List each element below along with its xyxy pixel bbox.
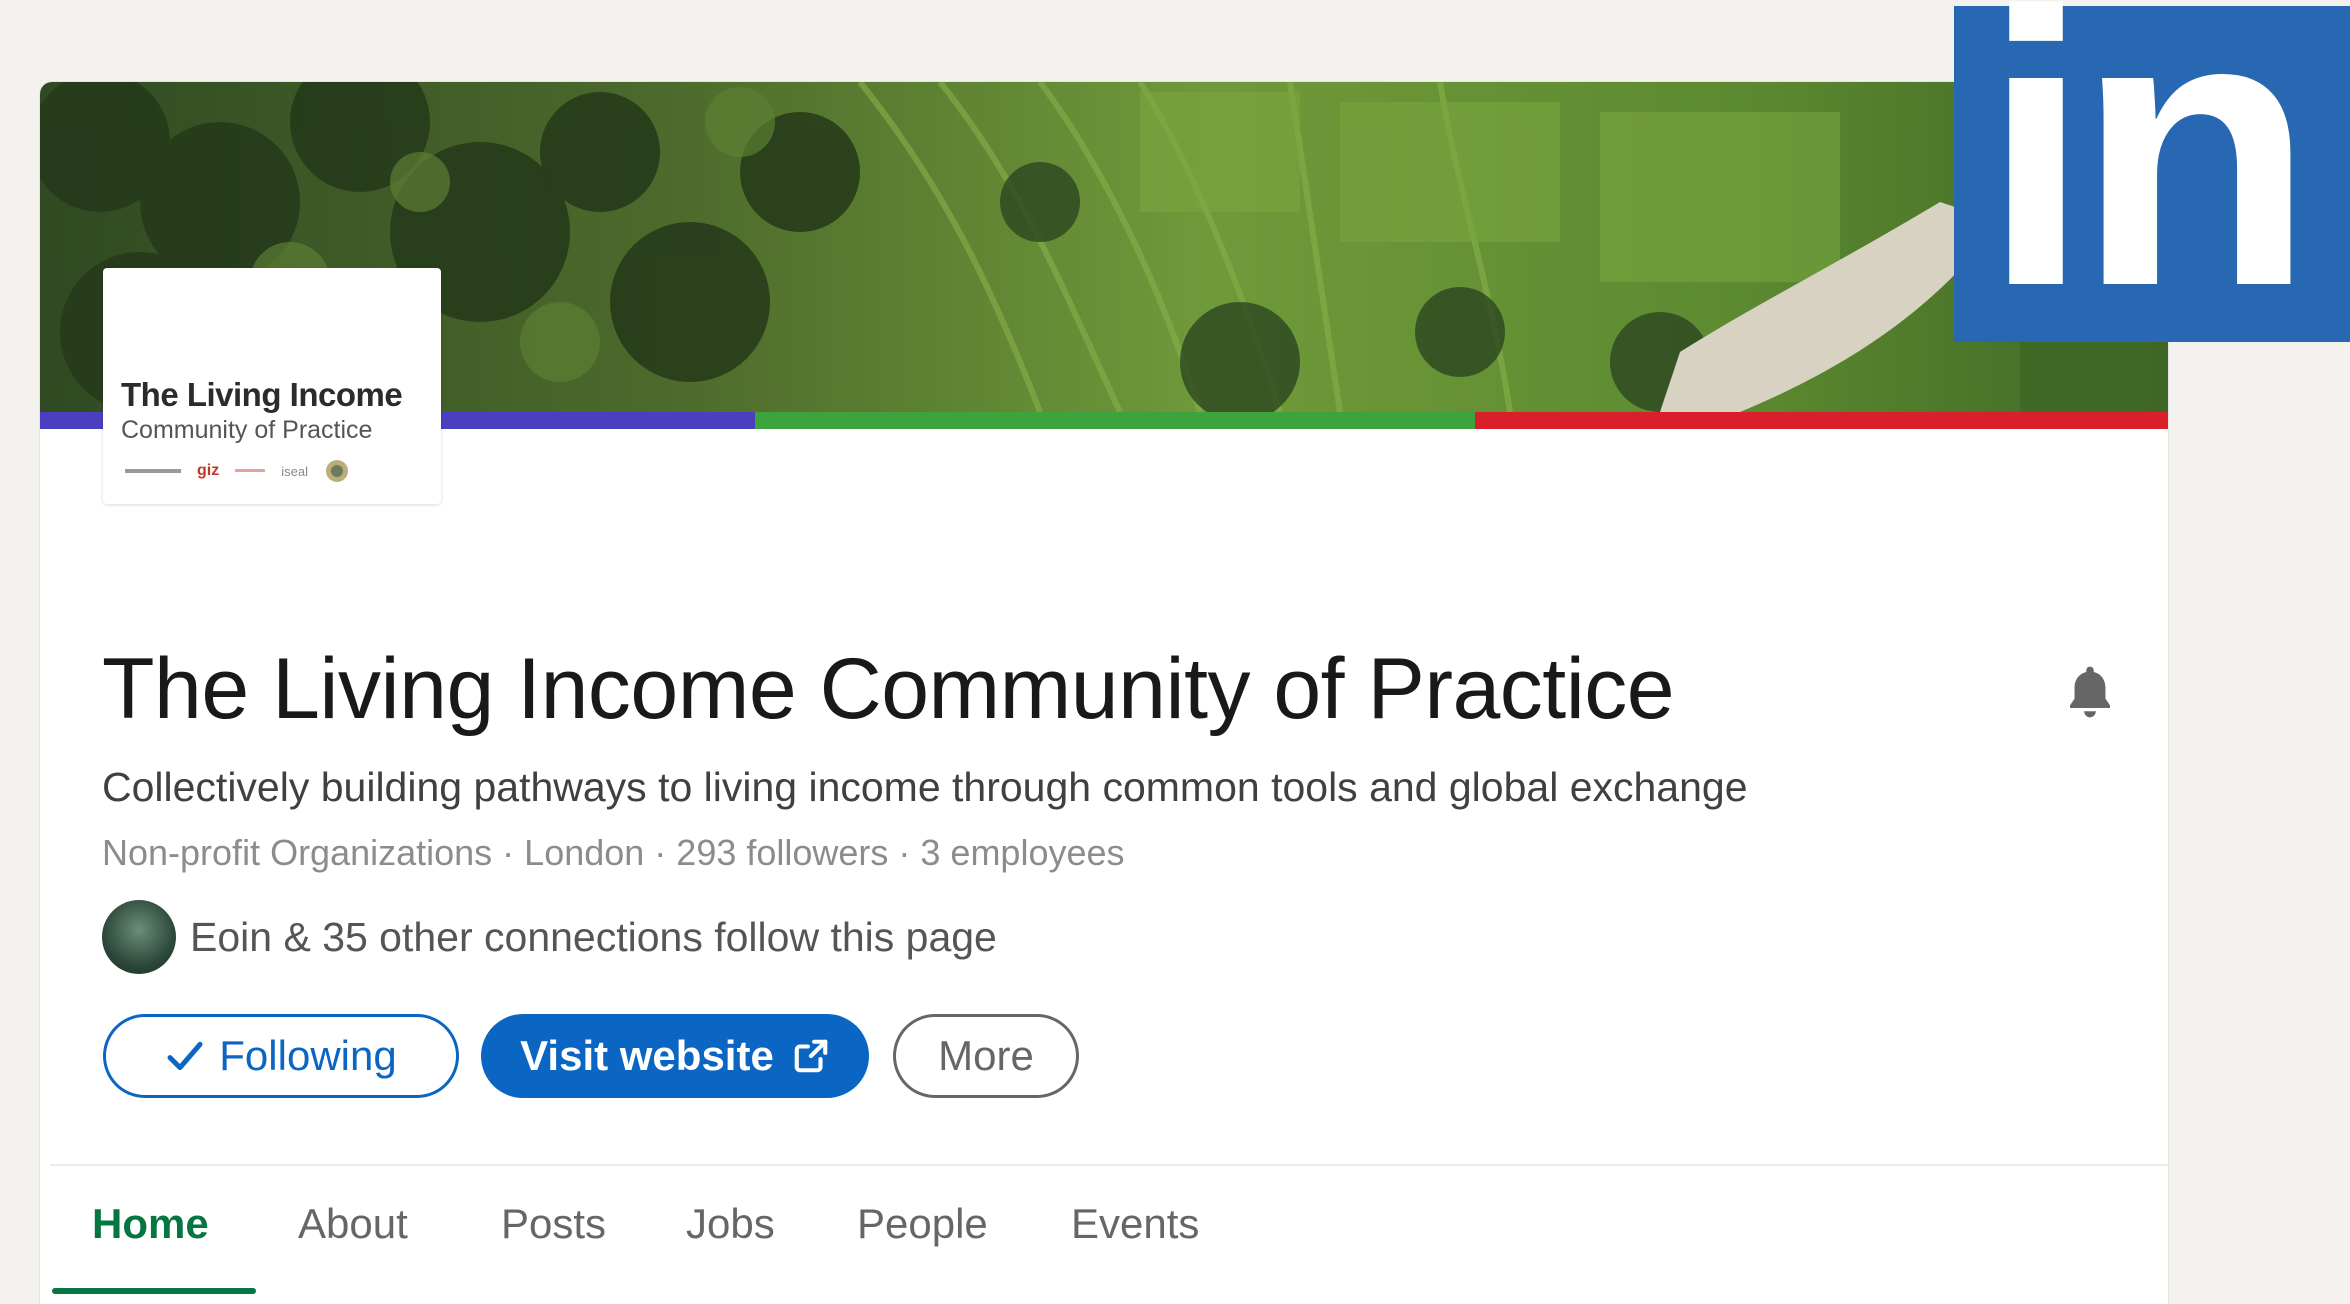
tab-jobs[interactable]: Jobs [686,1192,775,1292]
organization-logo[interactable]: The Living Income Community of Practice … [103,268,441,504]
page-tabs: Home About Posts Jobs People Events [40,1192,2168,1292]
company-page-card: The Living Income Community of Practice … [40,82,2168,1304]
tab-about[interactable]: About [298,1192,408,1292]
linkedin-logo: in [1954,0,2350,344]
more-button[interactable]: More [893,1014,1079,1098]
connections-row[interactable]: Eoin & 35 other connections follow this … [102,900,997,974]
connections-text: Eoin & 35 other connections follow this … [190,913,997,960]
following-button[interactable]: Following [103,1014,459,1098]
org-meta: Non-profit Organizations · London · 293 … [102,832,1125,873]
following-label: Following [219,1032,397,1079]
visit-website-button[interactable]: Visit website [481,1014,869,1098]
linkedin-logo-text: in [1982,0,2315,367]
cover-strip-red [1475,412,2168,429]
page-title: The Living Income Community of Practice [102,641,1675,737]
partner-logo-seal [325,460,348,482]
partner-logo-giz: giz [197,462,220,479]
cover-strip-green [755,412,1475,429]
visit-website-label: Visit website [520,1032,774,1079]
check-icon [165,1036,205,1076]
external-link-icon [792,1037,830,1075]
active-tab-indicator [52,1288,256,1294]
partner-logo-iseal: iseal [281,463,308,479]
bell-icon[interactable] [2058,660,2122,724]
partner-logo-2 [235,469,266,472]
tabs-divider [50,1164,2168,1166]
logo-text-line2: Community of Practice [121,416,373,444]
tab-events[interactable]: Events [1071,1192,1199,1292]
more-label: More [938,1032,1034,1079]
tab-posts[interactable]: Posts [501,1192,606,1292]
org-tagline: Collectively building pathways to living… [102,764,1748,810]
tab-people[interactable]: People [857,1192,988,1292]
partner-logo-1 [125,469,181,473]
tab-home[interactable]: Home [92,1192,209,1292]
logo-partners: giz iseal [125,458,350,484]
avatar[interactable] [102,900,176,974]
logo-text-line1: The Living Income [121,376,403,413]
